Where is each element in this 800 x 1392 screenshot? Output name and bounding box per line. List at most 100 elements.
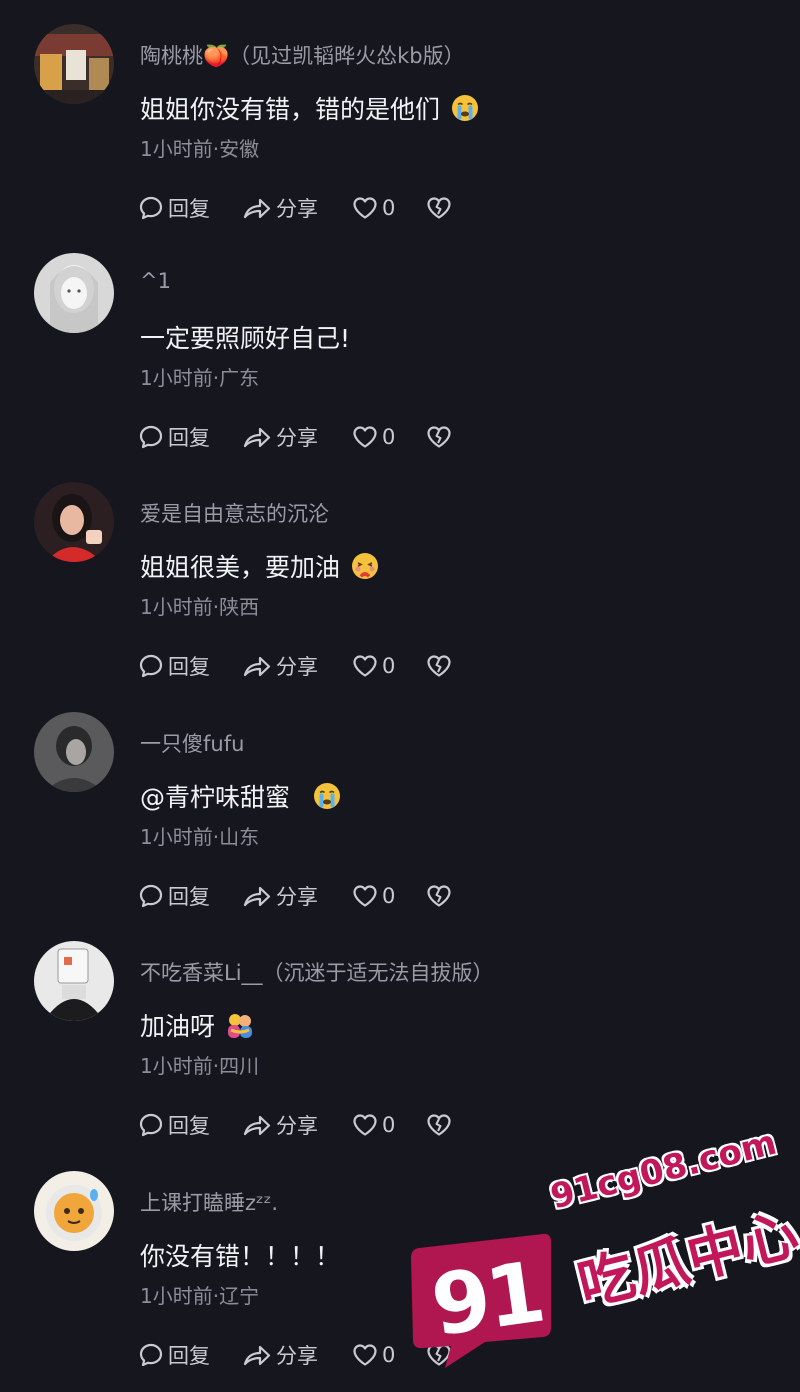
share-icon xyxy=(242,883,272,909)
comment-text: @青柠味甜蜜 xyxy=(140,778,342,814)
reply-label: 回复 xyxy=(168,655,210,679)
like-button[interactable]: 0 xyxy=(352,196,426,220)
comment-actions: 回复 分享 0 xyxy=(138,881,452,911)
comment-meta: 1小时前·广东 xyxy=(140,366,260,390)
comment-actions: 回复 分享 0 xyxy=(138,422,452,452)
comment-text: 一定要照顾好自己! xyxy=(140,319,350,355)
comment-text: 你没有错！！！！ xyxy=(140,1237,340,1273)
reply-label: 回复 xyxy=(168,885,210,909)
reply-label: 回复 xyxy=(168,1114,210,1138)
like-button[interactable]: 0 xyxy=(352,1113,426,1137)
share-button[interactable]: 分享 xyxy=(242,881,348,911)
comment-meta: 1小时前·四川 xyxy=(140,1054,260,1078)
reply-icon xyxy=(138,883,164,909)
comment-item: 不吃香菜Li__（沉迷于适无法自拔版） 加油呀 1小时前·四川 回复 分享 0 xyxy=(0,917,800,1146)
heart-icon xyxy=(352,1113,378,1137)
comment-text-content[interactable]: @青柠味甜蜜 xyxy=(140,778,290,814)
reply-icon xyxy=(138,195,164,221)
crying-face-emoji xyxy=(450,93,480,123)
dislike-button[interactable] xyxy=(426,884,452,908)
share-label: 分享 xyxy=(276,1344,318,1368)
share-label: 分享 xyxy=(276,655,318,679)
broken-heart-icon xyxy=(426,425,452,449)
broken-heart-icon xyxy=(426,884,452,908)
dislike-button[interactable] xyxy=(426,654,452,678)
hug-emoji xyxy=(225,1010,255,1040)
share-button[interactable]: 分享 xyxy=(242,422,348,452)
dislike-button[interactable] xyxy=(426,425,452,449)
share-icon xyxy=(242,653,272,679)
comment-username[interactable]: 爱是自由意志的沉沦 xyxy=(140,498,329,528)
heart-icon xyxy=(352,1343,378,1367)
reply-icon xyxy=(138,424,164,450)
share-icon xyxy=(242,424,272,450)
reply-icon xyxy=(138,1112,164,1138)
comment-text-content: 加油呀 xyxy=(140,1012,216,1041)
like-count: 0 xyxy=(382,1113,396,1137)
comment-meta: 1小时前·安徽 xyxy=(140,137,260,161)
crying-face-emoji xyxy=(312,781,342,811)
share-button[interactable]: 分享 xyxy=(242,651,348,681)
broken-heart-icon xyxy=(426,196,452,220)
comment-item: 一只傻fufu @青柠味甜蜜 1小时前·山东 回复 分享 0 xyxy=(0,688,800,917)
share-label: 分享 xyxy=(276,197,318,221)
reply-icon xyxy=(138,653,164,679)
share-button[interactable]: 分享 xyxy=(242,1110,348,1140)
like-button[interactable]: 0 xyxy=(352,425,426,449)
comment-item: ^1 一定要照顾好自己! 1小时前·广东 回复 分享 0 xyxy=(0,229,800,458)
comment-username[interactable]: 不吃香菜Li__（沉迷于适无法自拔版） xyxy=(140,957,494,987)
avatar[interactable] xyxy=(34,1171,114,1251)
comment-text-content: 姐姐你没有错，错的是他们 xyxy=(140,95,441,124)
like-count: 0 xyxy=(382,884,396,908)
share-button[interactable]: 分享 xyxy=(242,1340,348,1370)
comment-actions: 回复 分享 0 xyxy=(138,193,452,223)
reply-label: 回复 xyxy=(168,197,210,221)
comment-text: 加油呀 xyxy=(140,1007,255,1043)
comment-username[interactable]: ^1 xyxy=(140,269,171,293)
comment-meta: 1小时前·辽宁 xyxy=(140,1284,260,1308)
broken-heart-icon xyxy=(426,1113,452,1137)
share-button[interactable]: 分享 xyxy=(242,193,348,223)
avatar[interactable] xyxy=(34,253,114,333)
reply-button[interactable]: 回复 xyxy=(138,422,238,452)
comment-text-content: 一定要照顾好自己! xyxy=(140,324,351,353)
heart-icon xyxy=(352,425,378,449)
comment-username[interactable]: 陶桃桃🍑（见过凯韬晔火怂kb版） xyxy=(140,40,465,70)
avatar[interactable] xyxy=(34,482,114,562)
heart-icon xyxy=(352,196,378,220)
like-count: 0 xyxy=(382,1343,396,1367)
like-count: 0 xyxy=(382,196,396,220)
reply-button[interactable]: 回复 xyxy=(138,193,238,223)
heart-icon xyxy=(352,884,378,908)
reply-button[interactable]: 回复 xyxy=(138,1340,238,1370)
reply-label: 回复 xyxy=(168,426,210,450)
share-icon xyxy=(242,195,272,221)
share-icon xyxy=(242,1342,272,1368)
reply-icon xyxy=(138,1342,164,1368)
comment-username[interactable]: 上课打瞌睡zᶻᶻ. xyxy=(140,1187,278,1217)
like-button[interactable]: 0 xyxy=(352,654,426,678)
comment-meta: 1小时前·陕西 xyxy=(140,595,260,619)
share-label: 分享 xyxy=(276,426,318,450)
heart-icon xyxy=(352,654,378,678)
comment-text-content: 你没有错！！！！ xyxy=(140,1242,341,1271)
reply-button[interactable]: 回复 xyxy=(138,651,238,681)
comment-username[interactable]: 一只傻fufu xyxy=(140,728,244,758)
reply-button[interactable]: 回复 xyxy=(138,1110,238,1140)
like-button[interactable]: 0 xyxy=(352,884,426,908)
dislike-button[interactable] xyxy=(426,196,452,220)
comment-item: 爱是自由意志的沉沦 姐姐很美，要加油 1小时前·陕西 回复 分享 0 xyxy=(0,458,800,687)
reply-label: 回复 xyxy=(168,1344,210,1368)
avatar[interactable] xyxy=(34,24,114,104)
comment-item: 陶桃桃🍑（见过凯韬晔火怂kb版） 姐姐你没有错，错的是他们 1小时前·安徽 回复… xyxy=(0,0,800,229)
share-label: 分享 xyxy=(276,1114,318,1138)
avatar[interactable] xyxy=(34,941,114,1021)
comment-meta: 1小时前·山东 xyxy=(140,825,260,849)
comment-text: 姐姐你没有错，错的是他们 xyxy=(140,90,480,126)
dislike-button[interactable] xyxy=(426,1113,452,1137)
share-label: 分享 xyxy=(276,885,318,909)
share-icon xyxy=(242,1112,272,1138)
avatar[interactable] xyxy=(34,712,114,792)
reply-button[interactable]: 回复 xyxy=(138,881,238,911)
like-count: 0 xyxy=(382,425,396,449)
